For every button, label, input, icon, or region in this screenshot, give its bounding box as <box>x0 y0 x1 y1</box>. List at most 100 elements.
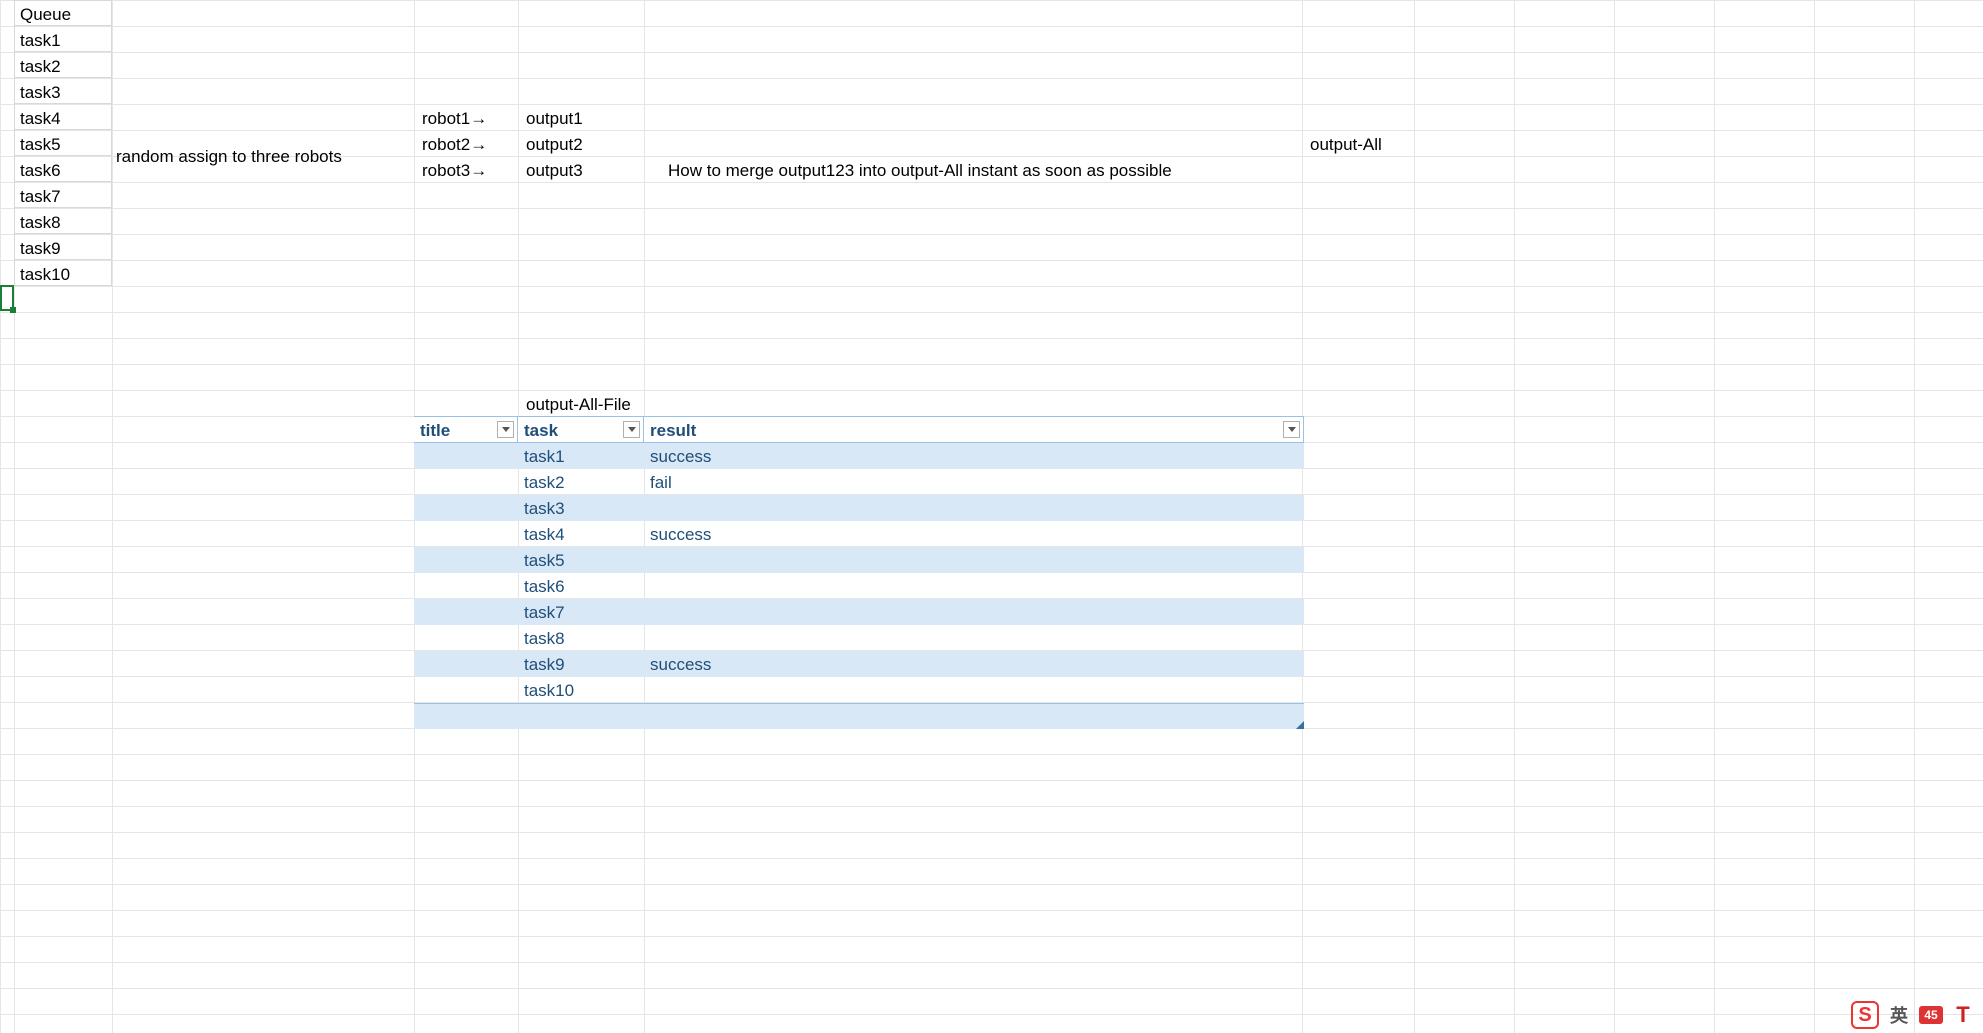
table-cell-result[interactable] <box>644 625 1304 651</box>
table-header-label: title <box>420 421 450 440</box>
table-cell-result[interactable]: success <box>644 651 1304 677</box>
table-row[interactable]: task4success <box>414 521 1304 547</box>
table-cell-task[interactable]: task10 <box>518 677 644 703</box>
gridline-horizontal <box>0 910 1983 911</box>
queue-task-label: task2 <box>16 52 112 78</box>
table-cell-task[interactable]: task3 <box>518 495 644 521</box>
table-cell-title[interactable] <box>414 521 518 547</box>
queue-task-label: task9 <box>16 234 112 260</box>
queue-task-label: task6 <box>16 156 112 182</box>
table-row[interactable]: task3 <box>414 495 1304 521</box>
table-cell-result[interactable]: fail <box>644 469 1304 495</box>
filter-dropdown-icon[interactable] <box>1283 421 1300 438</box>
output-table-body: task1successtask2failtask3task4successta… <box>414 443 1304 703</box>
table-cell-title[interactable] <box>414 677 518 703</box>
table-row[interactable]: task7 <box>414 599 1304 625</box>
table-cell-title[interactable] <box>414 599 518 625</box>
gridline-horizontal <box>0 780 1983 781</box>
table-cell-title[interactable] <box>414 443 518 469</box>
table-row[interactable]: task9success <box>414 651 1304 677</box>
gridline-vertical <box>1614 0 1615 1033</box>
gridline-horizontal <box>0 884 1983 885</box>
table-row[interactable]: task10 <box>414 677 1304 703</box>
robot-output[interactable]: output3 <box>522 156 642 182</box>
table-cell-task[interactable]: task5 <box>518 547 644 573</box>
gridline-horizontal <box>0 364 1983 365</box>
robot-output[interactable]: output1 <box>522 104 642 130</box>
gridline-vertical <box>1914 0 1915 1033</box>
queue-task-label: task7 <box>16 182 112 208</box>
table-row[interactable]: task6 <box>414 573 1304 599</box>
output-all-label[interactable]: output-All <box>1306 130 1412 156</box>
queue-task-label: task4 <box>16 104 112 130</box>
table-cell-title[interactable] <box>414 651 518 677</box>
table-row[interactable]: task8 <box>414 625 1304 651</box>
table-cell-task[interactable]: task4 <box>518 521 644 547</box>
table-cell-result[interactable] <box>644 547 1304 573</box>
ime-skin-icon[interactable]: T <box>1949 1001 1977 1029</box>
table-cell-task[interactable]: task1 <box>518 443 644 469</box>
assign-note[interactable]: random assign to three robots <box>112 26 414 286</box>
table-cell-title[interactable] <box>414 573 518 599</box>
table-header-result[interactable]: result <box>644 417 1304 443</box>
table-row[interactable]: task2fail <box>414 469 1304 495</box>
table-resize-handle-icon[interactable] <box>1296 721 1304 729</box>
table-cell-task[interactable]: task2 <box>518 469 644 495</box>
robot-name[interactable]: robot1→ <box>418 104 516 130</box>
output-table-title[interactable]: output-All-File <box>522 390 722 416</box>
queue-task-label: task1 <box>16 26 112 52</box>
table-cell-task[interactable]: task8 <box>518 625 644 651</box>
queue-task-label: task10 <box>16 260 112 286</box>
table-cell-task[interactable]: task9 <box>518 651 644 677</box>
queue-header-label: Queue <box>16 0 112 26</box>
table-cell-result[interactable]: success <box>644 521 1304 547</box>
table-cell-title[interactable] <box>414 469 518 495</box>
merge-question[interactable]: How to merge output123 into output-All i… <box>664 156 1298 182</box>
table-cell-task[interactable]: task6 <box>518 573 644 599</box>
gridline-horizontal <box>0 312 1983 313</box>
gridline-vertical <box>1714 0 1715 1033</box>
robot-name[interactable]: robot3→ <box>418 156 516 182</box>
table-header-label: task <box>524 421 558 440</box>
gridline-vertical <box>0 0 1 1033</box>
output-table: titletaskresulttask1successtask2failtask… <box>414 416 1304 729</box>
table-header-title[interactable]: title <box>414 417 518 443</box>
table-cell-result[interactable] <box>644 599 1304 625</box>
gridline-horizontal <box>0 936 1983 937</box>
gridline-vertical <box>1414 0 1415 1033</box>
filter-dropdown-icon[interactable] <box>623 421 640 438</box>
gridline-horizontal <box>0 832 1983 833</box>
output-table-header: title task result <box>414 417 1304 443</box>
gridline-horizontal <box>0 988 1983 989</box>
table-cell-result[interactable] <box>644 677 1304 703</box>
gridline-horizontal <box>0 338 1983 339</box>
gridline-vertical <box>1514 0 1515 1033</box>
gridline-horizontal <box>0 1014 1983 1015</box>
gridline-vertical <box>1814 0 1815 1033</box>
table-cell-title[interactable] <box>414 495 518 521</box>
queue-task-label: task5 <box>16 130 112 156</box>
gridline-horizontal <box>0 390 1983 391</box>
table-header-task[interactable]: task <box>518 417 644 443</box>
gridline-horizontal <box>0 806 1983 807</box>
ime-sogou-icon[interactable]: S <box>1851 1001 1879 1029</box>
table-cell-task[interactable]: task7 <box>518 599 644 625</box>
table-row[interactable]: task5 <box>414 547 1304 573</box>
robot-name[interactable]: robot2→ <box>418 130 516 156</box>
filter-dropdown-icon[interactable] <box>497 421 514 438</box>
gridline-horizontal <box>0 962 1983 963</box>
table-cell-result[interactable] <box>644 573 1304 599</box>
table-cell-result[interactable]: success <box>644 443 1304 469</box>
gridline-horizontal <box>0 286 1983 287</box>
ime-badge-icon[interactable]: 45 <box>1919 1006 1943 1024</box>
ime-tray: S英 45 T <box>1851 1001 1977 1029</box>
table-header-label: result <box>650 421 696 440</box>
robot-output[interactable]: output2 <box>522 130 642 156</box>
table-row[interactable]: task1success <box>414 443 1304 469</box>
ime-language-icon[interactable]: 英 <box>1885 1001 1913 1029</box>
table-cell-title[interactable] <box>414 547 518 573</box>
queue-task-label: task3 <box>16 78 112 104</box>
table-cell-result[interactable] <box>644 495 1304 521</box>
table-cell-title[interactable] <box>414 625 518 651</box>
gridline-horizontal <box>0 754 1983 755</box>
